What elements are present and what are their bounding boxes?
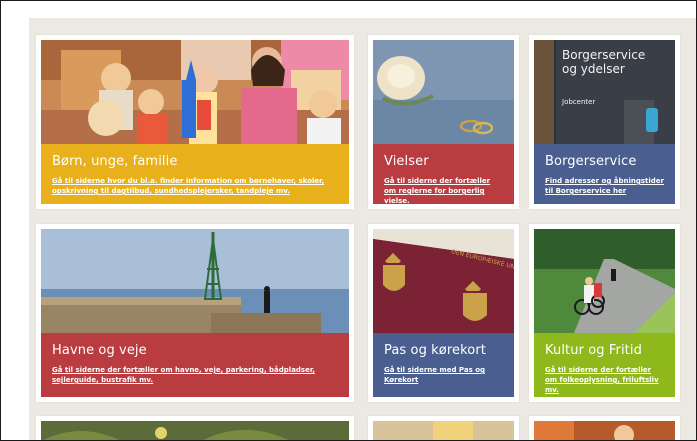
tile-caption: Borgerservice Find adresser og åbningsti… [534, 144, 675, 204]
wedding-photo [373, 40, 514, 144]
tile-title[interactable]: Børn, unge, familie [52, 154, 338, 169]
tile-description-link[interactable]: Find adresser og åbningstider til Borger… [545, 176, 664, 196]
sign-line-ydelser: og ydelser [562, 62, 625, 76]
tile-caption: Vielser Gå til siderne der fortæller om … [373, 144, 514, 206]
tile-partial-1[interactable] [36, 416, 354, 440]
people-photo [534, 421, 675, 440]
tile-title[interactable]: Borgerservice [545, 154, 664, 169]
tile-title[interactable]: Vielser [384, 154, 503, 169]
tile-title[interactable]: Pas og kørekort [384, 343, 503, 358]
cycling-photo [534, 229, 675, 333]
tile-borgerservice[interactable]: Borgerservice og ydelser Jobcenter Borge… [529, 35, 680, 209]
borgerservice-photo: Borgerservice og ydelser Jobcenter [534, 40, 675, 144]
tile-description-link[interactable]: Gå til siderne der fortæller om havne, v… [52, 365, 338, 385]
tile-caption: Børn, unge, familie Gå til siderne hvor … [41, 144, 349, 204]
tile-description-link[interactable]: Gå til siderne der fortæller om folkeopl… [545, 365, 664, 395]
sign-line-borgerservice: Borgerservice [562, 48, 646, 62]
tile-havne-og-veje[interactable]: Havne og veje Gå til siderne der fortæll… [36, 224, 354, 402]
tile-vielser[interactable]: Vielser Gå til siderne der fortæller om … [368, 35, 519, 209]
tile-title[interactable]: Havne og veje [52, 343, 338, 358]
light-photo [373, 421, 514, 440]
children-photo [41, 40, 349, 144]
sign-text: Borgerservice og ydelser Jobcenter [562, 48, 645, 107]
tile-partial-2[interactable] [368, 416, 519, 440]
sign-line-jobcenter: Jobcenter [562, 98, 596, 106]
tile-description-link[interactable]: Gå til siderne der fortæller om reglerne… [384, 176, 503, 206]
tile-kultur-og-fritid[interactable]: Kultur og Fritid Gå til siderne der fort… [529, 224, 680, 402]
tile-caption: Havne og veje Gå til siderne der fortæll… [41, 333, 349, 397]
tiles-panel: Børn, unge, familie Gå til siderne hvor … [29, 18, 696, 440]
tile-caption: Pas og kørekort Gå til siderne med Pas o… [373, 333, 514, 397]
tile-description-link[interactable]: Gå til siderne hvor du bl.a. finder info… [52, 176, 338, 196]
tile-boern-unge-familie[interactable]: Børn, unge, familie Gå til siderne hvor … [36, 35, 354, 209]
harbour-photo [41, 229, 349, 333]
tile-pas-og-koerekort[interactable]: DEN EUROPÆISKE UNION DANMARK Pas og køre… [368, 224, 519, 402]
tile-description-link[interactable]: Gå til siderne med Pas og Kørekort [384, 365, 503, 385]
passport-photo: DEN EUROPÆISKE UNION DANMARK [373, 229, 514, 333]
tile-title[interactable]: Kultur og Fritid [545, 343, 664, 358]
tile-partial-3[interactable] [529, 416, 680, 440]
garden-photo [41, 421, 349, 440]
tile-caption: Kultur og Fritid Gå til siderne der fort… [534, 333, 675, 397]
page-frame: Børn, unge, familie Gå til siderne hvor … [0, 0, 697, 441]
